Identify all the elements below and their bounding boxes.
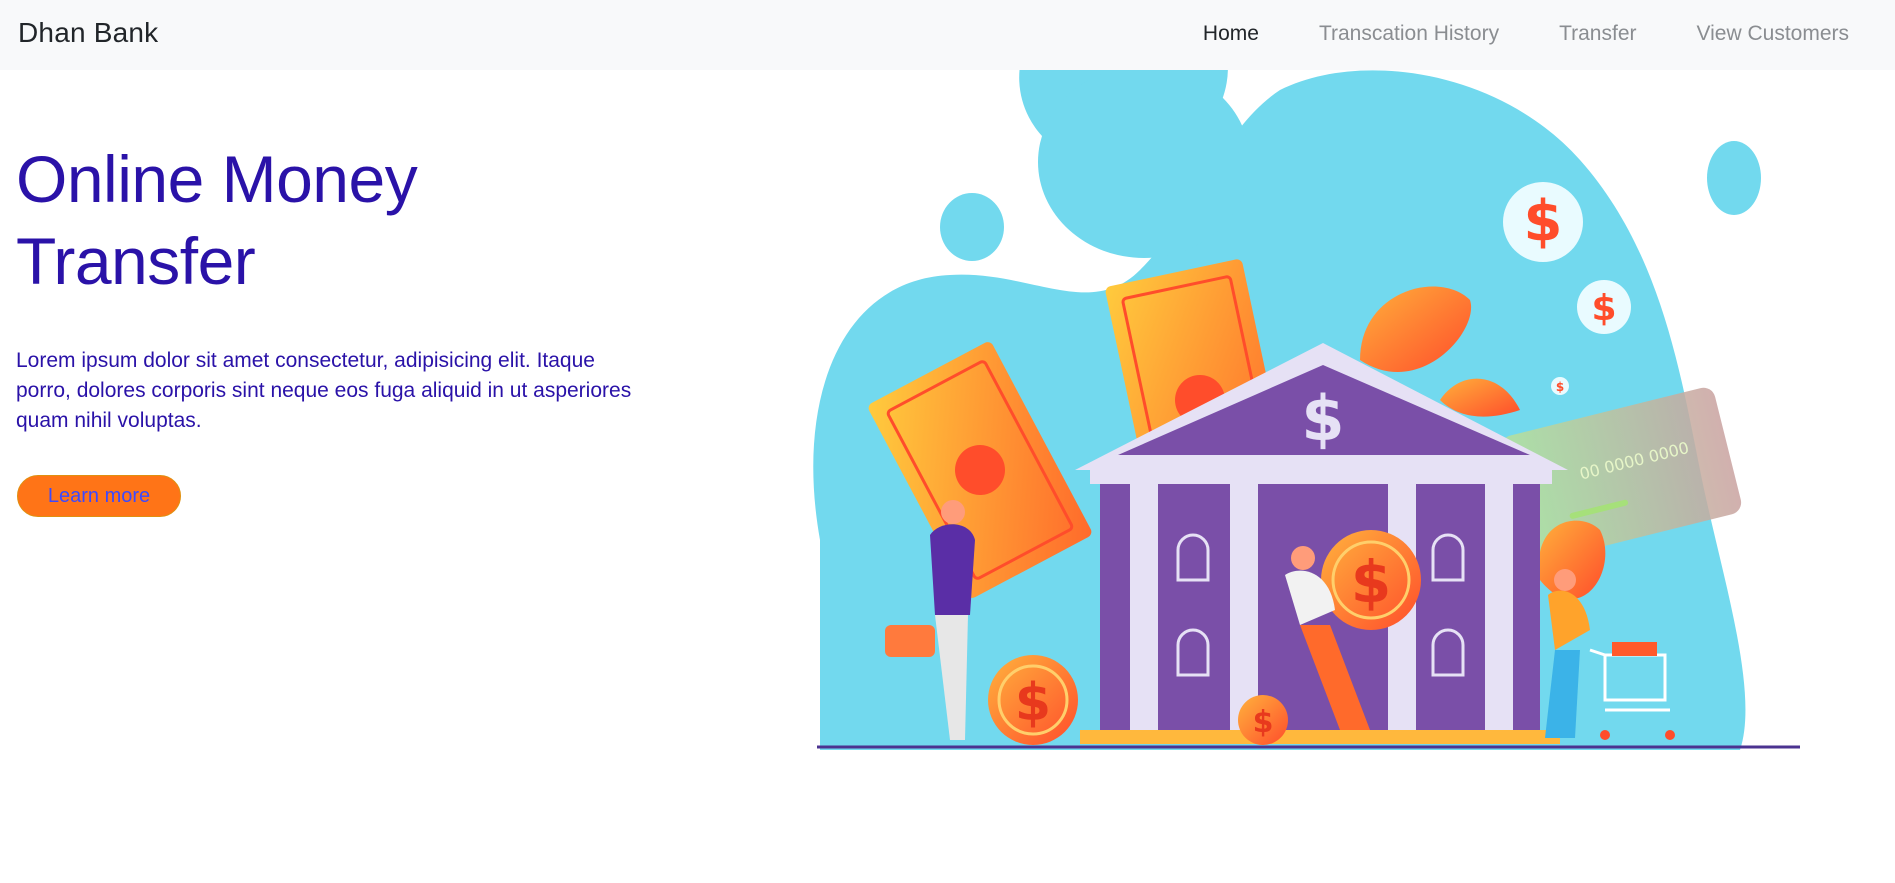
nav-link-home[interactable]: Home <box>1203 22 1259 46</box>
hero-description: Lorem ipsum dolor sit amet consectetur, … <box>16 349 632 432</box>
learn-more-button[interactable]: Learn more <box>17 475 181 517</box>
svg-text:$: $ <box>1556 380 1564 394</box>
hero-title-line-1: Online Money <box>16 142 418 216</box>
svg-text:$: $ <box>1524 189 1563 254</box>
svg-text:$: $ <box>1015 673 1051 733</box>
nav-link-view-customers[interactable]: View Customers <box>1697 22 1850 46</box>
brand-logo-text[interactable]: Dhan Bank <box>18 17 158 49</box>
top-navbar: Dhan Bank Home Transcation History Trans… <box>0 0 1895 70</box>
nav-links: Home Transcation History Transfer View C… <box>1203 22 1849 46</box>
bank-illustration: 00 0000 0000 $ $ $ $ $ $ $ <box>813 70 1800 751</box>
svg-text:$: $ <box>1301 382 1344 455</box>
svg-text:$: $ <box>1591 288 1616 329</box>
hero-title: Online Money Transfer <box>16 138 536 302</box>
nav-link-transfer[interactable]: Transfer <box>1559 22 1636 46</box>
svg-text:$: $ <box>1253 705 1274 740</box>
svg-text:$: $ <box>1351 548 1391 616</box>
hero-title-line-2: Transfer <box>16 224 256 298</box>
nav-link-transaction-history[interactable]: Transcation History <box>1319 22 1499 46</box>
